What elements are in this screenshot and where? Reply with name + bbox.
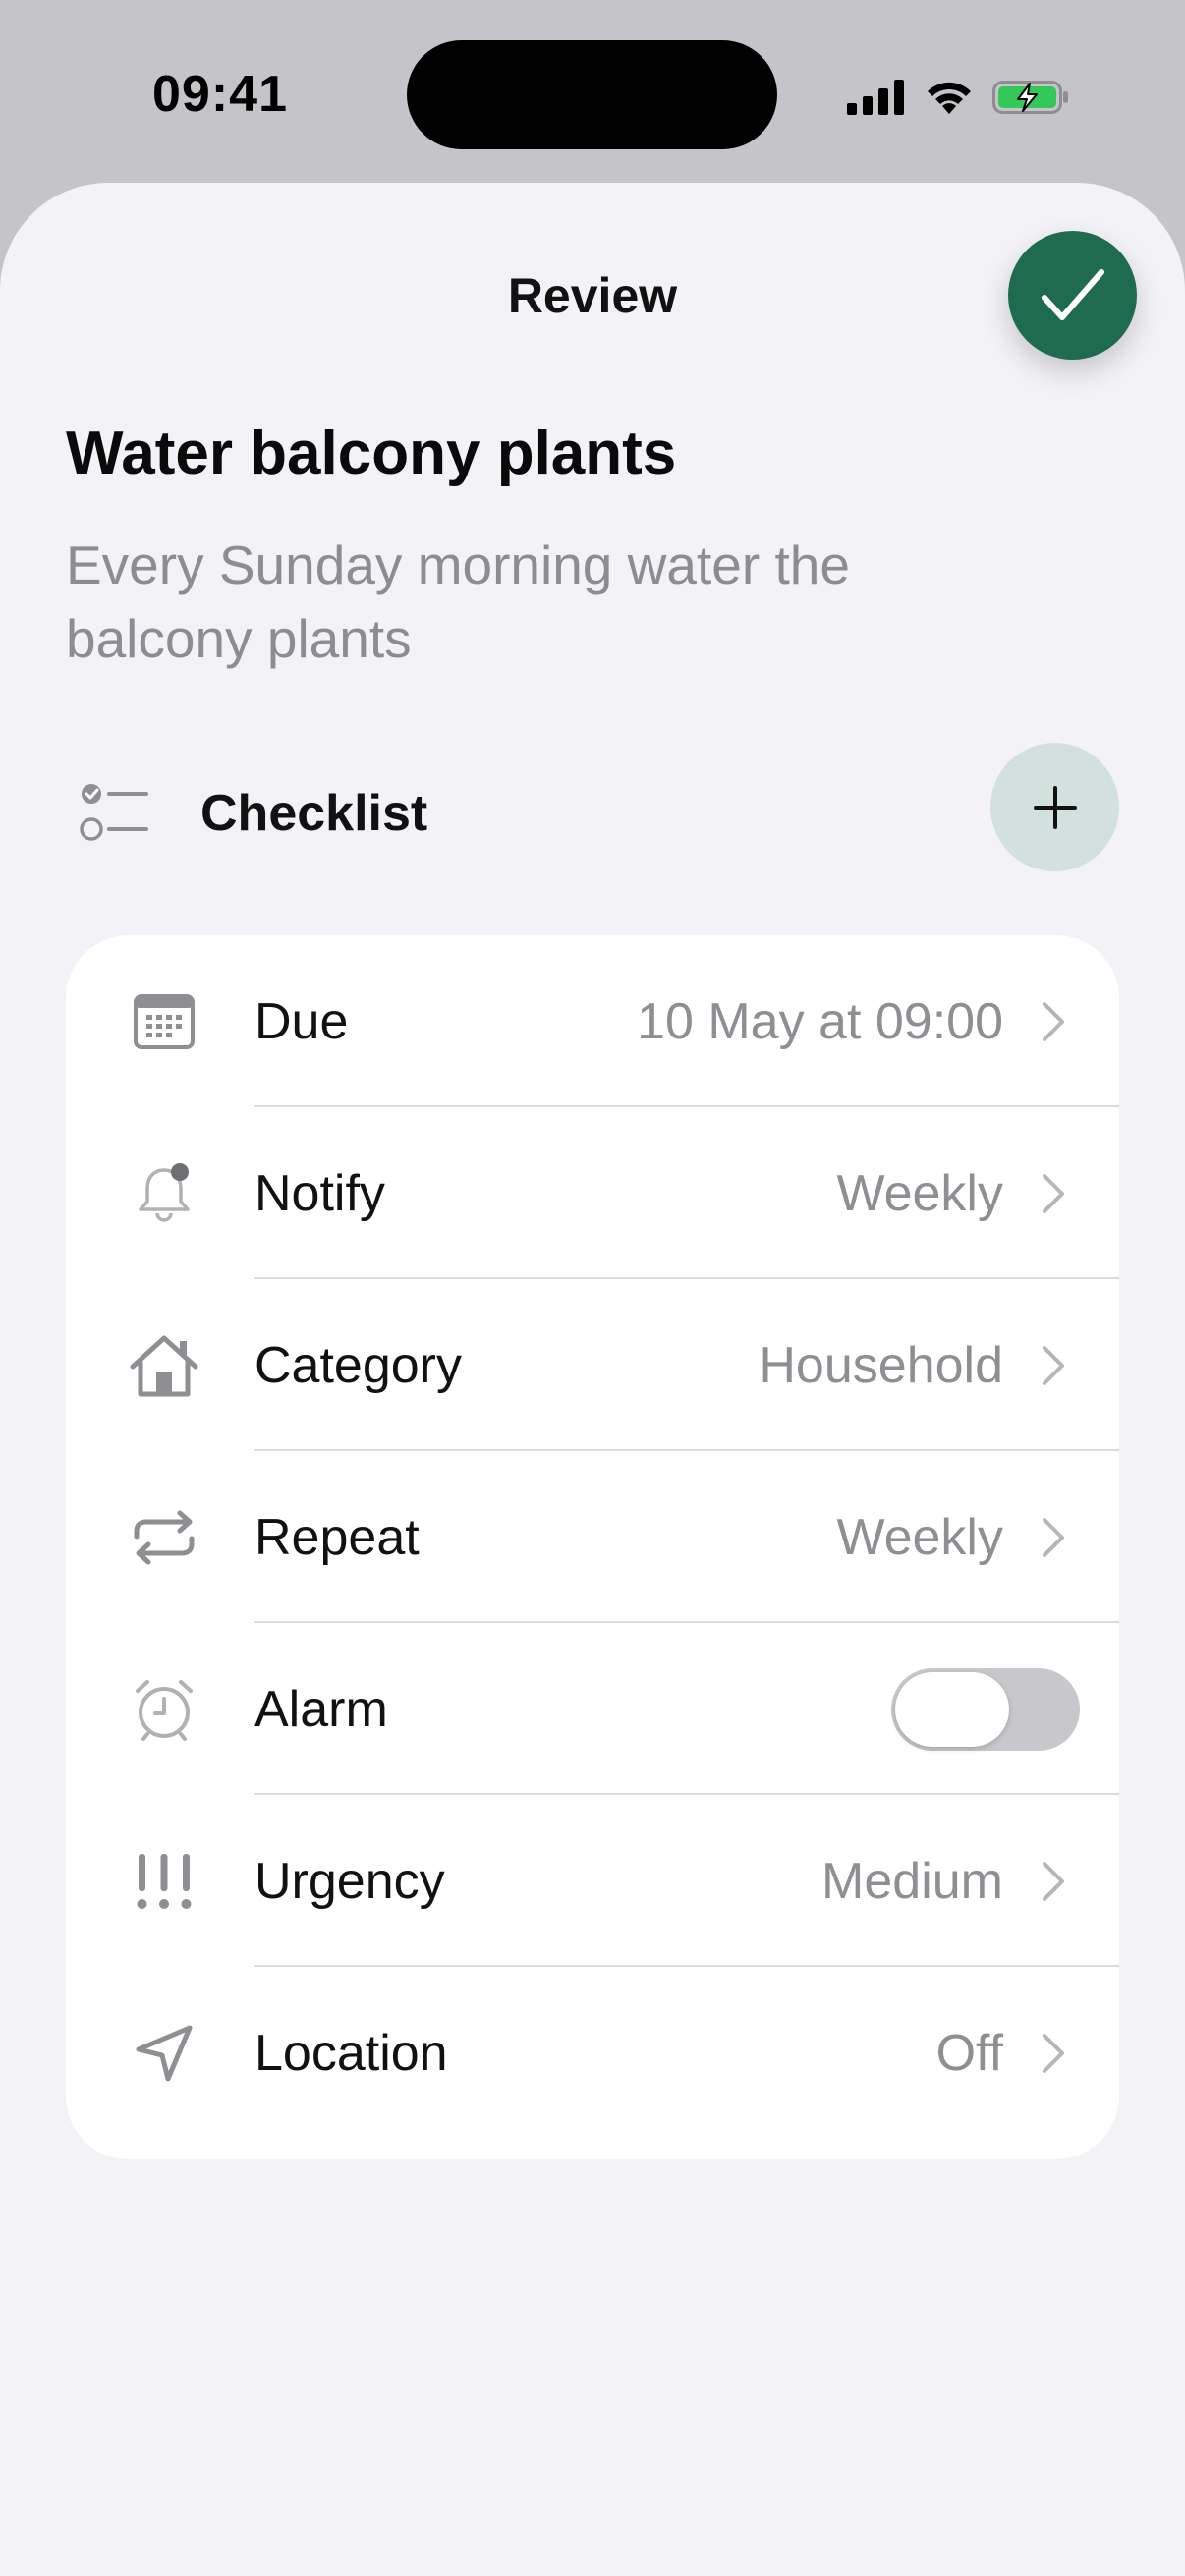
checklist-label: Checklist xyxy=(200,785,428,842)
chevron-right-icon xyxy=(1043,1001,1064,1041)
repeat-icon xyxy=(134,1510,195,1564)
plus-icon xyxy=(1033,785,1077,829)
calendar-icon xyxy=(134,993,195,1049)
setting-label: Location xyxy=(254,2024,448,2082)
setting-row-alarm: Alarm xyxy=(66,1623,1119,1795)
setting-row-notify[interactable]: Notify Weekly xyxy=(66,1107,1119,1279)
status-time: 09:41 xyxy=(152,66,288,123)
status-bar: 09:41 xyxy=(0,0,1185,187)
review-sheet: Review Water balcony plants Every Sunday… xyxy=(0,183,1185,2576)
setting-value: 10 May at 09:00 xyxy=(637,992,1003,1050)
chevron-right-icon xyxy=(1043,1861,1064,1901)
setting-row-repeat[interactable]: Repeat Weekly xyxy=(66,1451,1119,1623)
bell-icon xyxy=(139,1162,190,1222)
add-checklist-item-button[interactable] xyxy=(990,743,1119,871)
setting-label: Due xyxy=(254,992,349,1050)
checklist-icon xyxy=(80,784,148,841)
exclamation-icon xyxy=(137,1853,192,1909)
setting-row-urgency[interactable]: Urgency Medium xyxy=(66,1795,1119,1967)
wifi-icon xyxy=(928,82,971,114)
setting-label: Alarm xyxy=(254,1680,388,1738)
setting-value: Weekly xyxy=(836,1164,1003,1222)
chevron-right-icon xyxy=(1043,1517,1064,1557)
toggle-knob xyxy=(895,1671,1009,1747)
cellular-signal-icon xyxy=(847,80,904,115)
location-arrow-icon xyxy=(136,2025,193,2081)
alarm-toggle[interactable] xyxy=(891,1667,1080,1751)
settings-card: Due 10 May at 09:00 Notify Weekly Catego… xyxy=(66,935,1119,2159)
chevron-right-icon xyxy=(1043,1345,1064,1385)
setting-value: Off xyxy=(935,2024,1003,2082)
checklist-section: Checklist xyxy=(66,743,1119,872)
chevron-right-icon xyxy=(1043,1173,1064,1213)
setting-label: Category xyxy=(254,1336,462,1394)
setting-value: Household xyxy=(759,1336,1003,1394)
checkmark-icon xyxy=(1041,268,1104,320)
status-icons xyxy=(847,73,1071,122)
setting-row-location[interactable]: Location Off xyxy=(66,1967,1119,2139)
setting-value: Weekly xyxy=(836,1508,1003,1566)
setting-row-due[interactable]: Due 10 May at 09:00 xyxy=(66,935,1119,1107)
alarm-clock-icon xyxy=(136,1679,193,1741)
done-button[interactable] xyxy=(1008,231,1137,360)
house-icon xyxy=(130,1335,198,1396)
setting-label: Notify xyxy=(254,1164,385,1222)
battery-charging-icon xyxy=(992,81,1068,114)
task-description[interactable]: Every Sunday morning water the balcony p… xyxy=(66,529,1048,676)
setting-label: Urgency xyxy=(254,1852,445,1910)
task-title[interactable]: Water balcony plants xyxy=(66,419,676,488)
setting-row-category[interactable]: Category Household xyxy=(66,1279,1119,1451)
chevron-right-icon xyxy=(1043,2033,1064,2073)
setting-value: Medium xyxy=(821,1852,1003,1910)
dynamic-island xyxy=(407,40,777,149)
setting-label: Repeat xyxy=(254,1508,420,1566)
